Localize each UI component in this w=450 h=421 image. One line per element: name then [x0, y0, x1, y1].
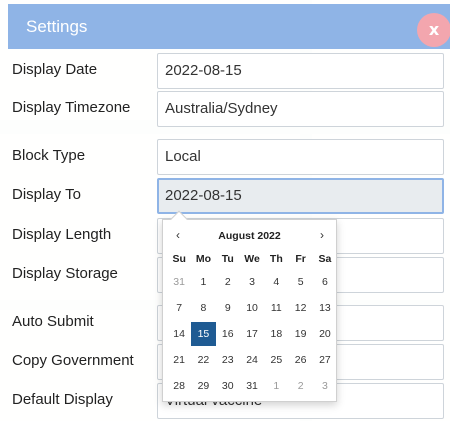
calendar-day[interactable]: 18: [264, 322, 288, 346]
calendar-day[interactable]: 8: [191, 296, 215, 320]
dialog-title: Settings: [26, 17, 88, 36]
calendar-day-selected[interactable]: 15: [191, 322, 216, 346]
calendar-day[interactable]: 9: [216, 296, 240, 320]
calendar-day[interactable]: 20: [313, 322, 337, 346]
calendar-day[interactable]: 29: [191, 374, 215, 398]
calendar-day[interactable]: 11: [264, 296, 288, 320]
calendar-day[interactable]: 31: [167, 270, 191, 294]
weekday-label: Tu: [221, 253, 234, 265]
settings-dialog: Settings x Display Date 2022-08-15 Displ…: [0, 0, 450, 421]
calendar-day[interactable]: 12: [288, 296, 312, 320]
close-icon: x: [428, 20, 440, 39]
calendar-day[interactable]: 14: [167, 322, 191, 346]
display-length-label: Display Length: [12, 226, 112, 243]
weekday-label: Th: [269, 253, 283, 265]
display-to-label: Display To: [12, 186, 81, 203]
calendar-week-row: 31 1 2 3 4 5 6: [167, 270, 337, 296]
display-timezone-field[interactable]: Australia/Sydney: [157, 91, 444, 127]
prev-month-button[interactable]: ‹: [169, 228, 187, 242]
row-display-timezone: Display Timezone Australia/Sydney: [0, 91, 450, 127]
calendar-day[interactable]: 17: [240, 322, 264, 346]
display-date-field[interactable]: 2022-08-15: [157, 53, 444, 89]
display-date-label: Display Date: [12, 61, 98, 78]
calendar-week-row: 14 15 16 17 18 19 20: [167, 322, 337, 348]
month-label: August 2022: [218, 230, 281, 242]
calendar-day[interactable]: 21: [167, 348, 191, 372]
auto-submit-label: Auto Submit: [12, 313, 94, 330]
calendar-grid: Su Mo Tu We Th Fr Sa 31 1 2 3 4 5 6 7 8 9 10 11 12 13 14 15 16 1…: [167, 250, 337, 400]
calendar-day[interactable]: 3: [313, 374, 337, 398]
row-block-type: Block Type Local: [0, 139, 450, 175]
calendar-day[interactable]: 10: [240, 296, 264, 320]
calendar-day[interactable]: 2: [288, 374, 312, 398]
row-display-date: Display Date 2022-08-15: [0, 53, 450, 89]
weekday-label: Fr: [295, 253, 306, 265]
calendar-week-row: 21 22 23 24 25 26 27: [167, 348, 337, 374]
weekday-header-row: Su Mo Tu We Th Fr Sa: [167, 250, 337, 270]
calendar-week-row: 7 8 9 10 11 12 13: [167, 296, 337, 322]
calendar-day[interactable]: 13: [313, 296, 337, 320]
datepicker-header: ‹ August 2022 ›: [163, 226, 336, 246]
weekday-label: Mo: [195, 253, 212, 265]
calendar-day[interactable]: 30: [216, 374, 240, 398]
calendar-day[interactable]: 6: [313, 270, 337, 294]
calendar-day[interactable]: 31: [240, 374, 264, 398]
calendar-day[interactable]: 2: [216, 270, 240, 294]
row-display-to: Display To 2022-08-15: [0, 178, 450, 214]
calendar-day[interactable]: 16: [216, 322, 240, 346]
calendar-day[interactable]: 28: [167, 374, 191, 398]
calendar-week-row: 28 29 30 31 1 2 3: [167, 374, 337, 400]
display-storage-label: Display Storage: [12, 265, 118, 282]
calendar-day[interactable]: 3: [240, 270, 264, 294]
calendar-day[interactable]: 22: [191, 348, 215, 372]
calendar-day[interactable]: 1: [264, 374, 288, 398]
default-display-label: Default Display: [12, 391, 113, 408]
calendar-day[interactable]: 24: [240, 348, 264, 372]
block-type-label: Block Type: [12, 147, 86, 164]
calendar-day[interactable]: 1: [191, 270, 215, 294]
calendar-day[interactable]: 27: [313, 348, 337, 372]
dialog-titlebar: Settings x: [8, 4, 450, 49]
weekday-label: Sa: [318, 253, 332, 265]
calendar-day[interactable]: 25: [264, 348, 288, 372]
display-timezone-label: Display Timezone: [12, 99, 131, 116]
copy-government-label: Copy Government: [12, 352, 134, 369]
calendar-day[interactable]: 23: [216, 348, 240, 372]
calendar-day[interactable]: 19: [288, 322, 312, 346]
calendar-day[interactable]: 4: [264, 270, 288, 294]
calendar-day[interactable]: 26: [288, 348, 312, 372]
close-button[interactable]: x: [417, 13, 450, 47]
display-to-field[interactable]: 2022-08-15: [157, 178, 444, 214]
calendar-day[interactable]: 5: [288, 270, 312, 294]
next-month-button[interactable]: ›: [313, 228, 331, 242]
datepicker-popup: ‹ August 2022 › Su Mo Tu We Th Fr Sa 31 1 2 3 4 5 6 7 8…: [162, 210, 337, 402]
weekday-label: Su: [172, 253, 186, 265]
calendar-day[interactable]: 7: [167, 296, 191, 320]
block-type-field[interactable]: Local: [157, 139, 444, 175]
weekday-label: We: [244, 253, 260, 265]
